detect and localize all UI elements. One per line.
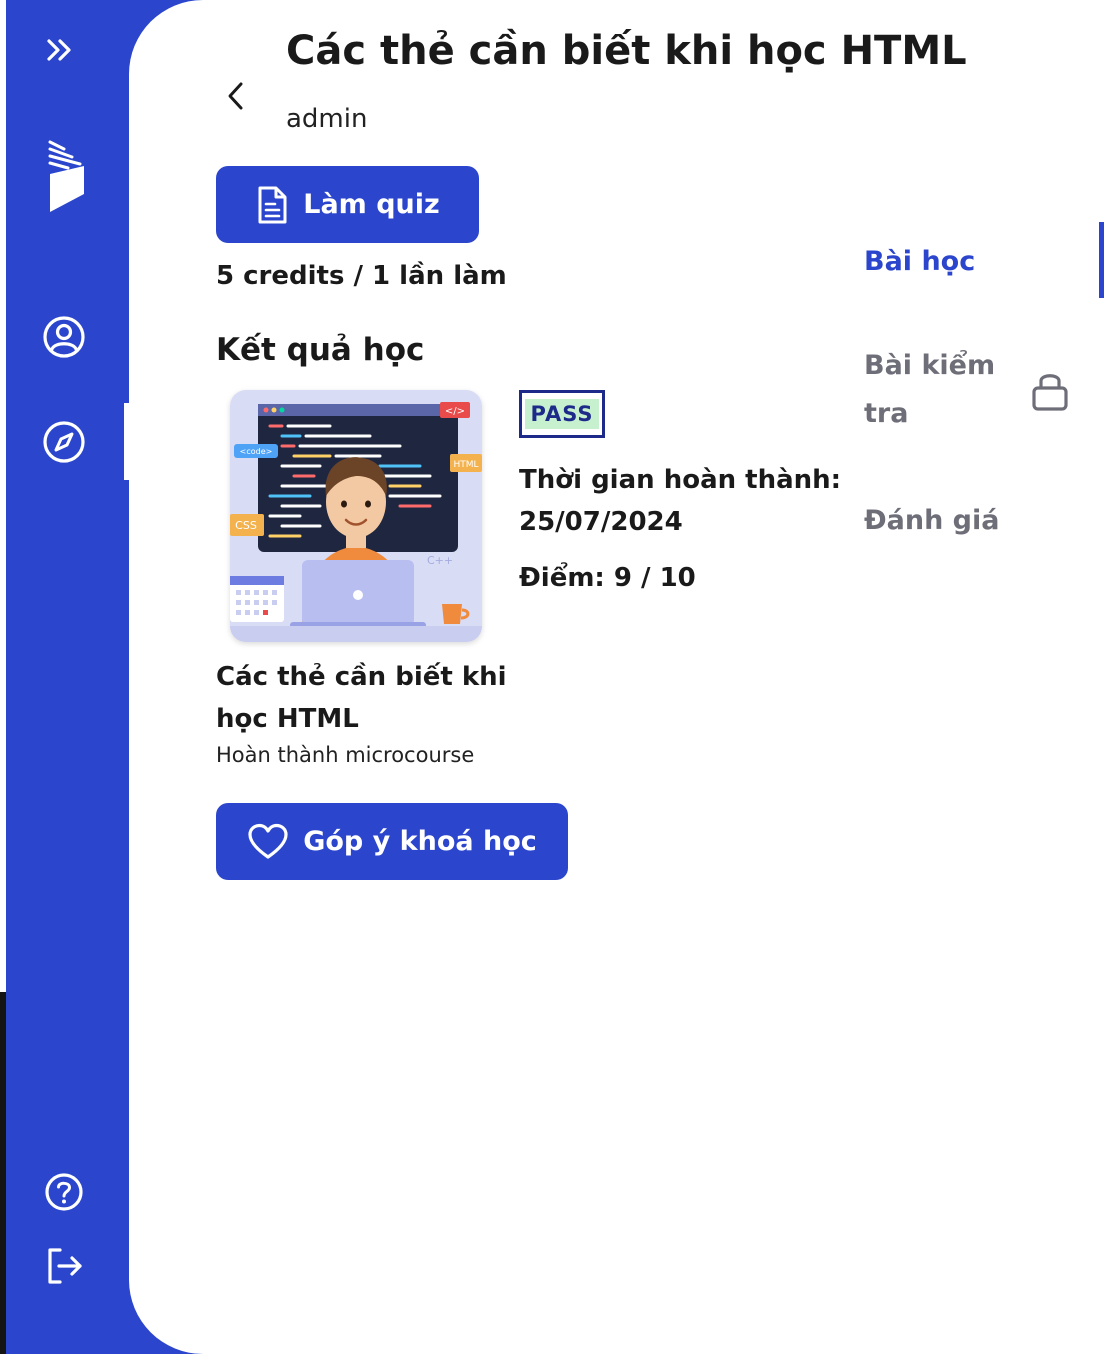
- chevron-left-icon: [228, 82, 243, 110]
- tab-tests[interactable]: Bài kiểm tra: [864, 342, 1014, 438]
- sidebar-item-explore[interactable]: [40, 418, 88, 466]
- document-icon: [258, 186, 287, 223]
- logo-icon: [48, 140, 84, 212]
- completed-course-subtitle: Hoàn thành microcourse: [216, 743, 475, 767]
- course-feedback-button[interactable]: Góp ý khoá học: [216, 803, 568, 880]
- lock-icon: [1032, 374, 1068, 411]
- tab-reviews[interactable]: Đánh giá: [864, 497, 1000, 545]
- status-badge-label: PASS: [525, 399, 599, 429]
- main-content: Các thẻ cần biết khi học HTML admin Làm …: [129, 0, 1105, 1354]
- thumb-tag-css: CSS: [235, 519, 257, 532]
- expand-sidebar-button[interactable]: [40, 32, 80, 68]
- help-icon: [45, 1173, 83, 1211]
- take-quiz-button[interactable]: Làm quiz: [216, 166, 479, 243]
- course-feedback-label: Góp ý khoá học: [303, 826, 537, 857]
- completion-time-label: Thời gian hoàn thành:: [519, 465, 842, 495]
- score: Điểm: 9 / 10: [519, 563, 696, 593]
- app-logo[interactable]: [42, 138, 92, 216]
- logout-icon: [48, 1248, 82, 1284]
- thumb-tag-close: </>: [445, 406, 465, 417]
- course-thumbnail: </> <code> HTML CSS C++: [230, 390, 482, 642]
- completed-course-name: Các thẻ cần biết khi học HTML: [216, 662, 507, 734]
- take-quiz-label: Làm quiz: [303, 189, 440, 220]
- app-frame: Các thẻ cần biết khi học HTML admin Làm …: [0, 0, 1105, 1354]
- back-button[interactable]: [221, 74, 251, 118]
- help-button[interactable]: [42, 1170, 86, 1214]
- course-tabs: Bài học Bài kiểm tra Đánh giá: [864, 222, 1105, 552]
- tab-active-indicator: [1099, 222, 1104, 298]
- completion-date: 25/07/2024: [519, 507, 683, 537]
- results-section-title: Kết quả học: [216, 332, 425, 368]
- expand-icon: [47, 39, 71, 61]
- thumb-tag-code: <code>: [240, 447, 273, 456]
- logout-button[interactable]: [42, 1244, 86, 1288]
- course-author: admin: [286, 104, 368, 134]
- status-badge: PASS: [519, 390, 605, 438]
- sidebar-item-profile[interactable]: [40, 313, 88, 361]
- sidebar: [6, 0, 129, 1354]
- thumb-tag-cpp: C++: [427, 554, 453, 567]
- profile-icon: [43, 316, 85, 358]
- thumb-tag-html: HTML: [453, 460, 478, 470]
- tab-lessons[interactable]: Bài học: [864, 238, 975, 286]
- page-title: Các thẻ cần biết khi học HTML: [286, 28, 967, 74]
- heart-icon: [248, 823, 288, 859]
- quiz-credits: 5 credits / 1 lần làm: [216, 261, 507, 291]
- compass-icon: [43, 421, 85, 463]
